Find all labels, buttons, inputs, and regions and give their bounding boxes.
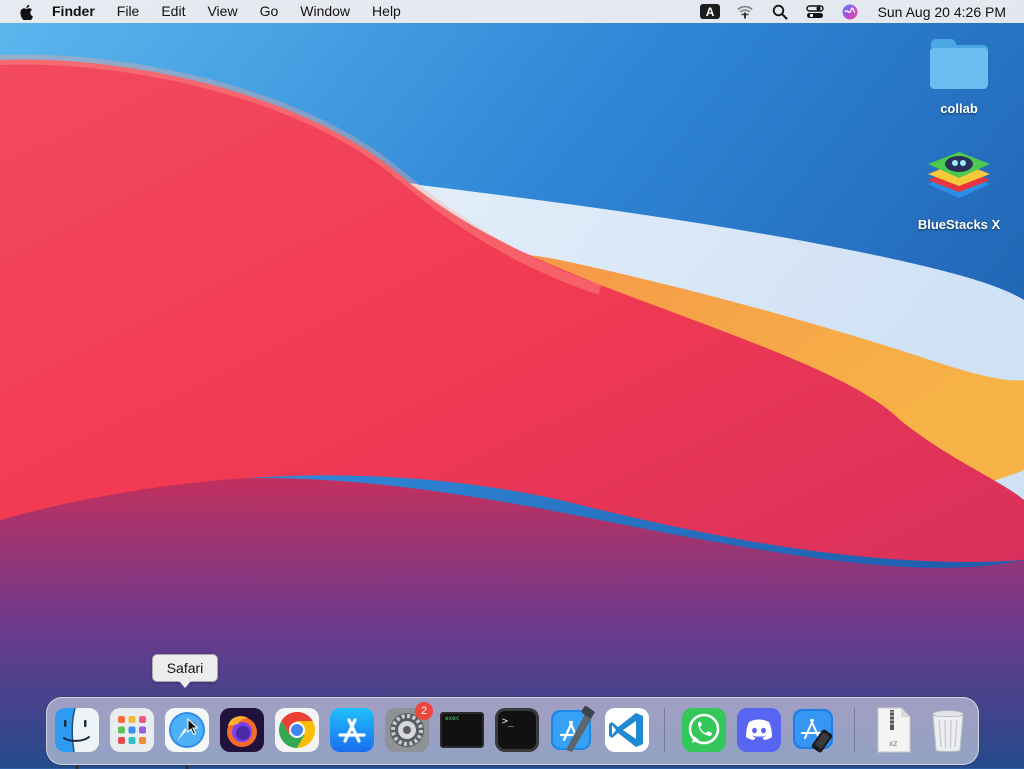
siri-icon (842, 4, 858, 19)
folder-icon (930, 39, 988, 89)
dock-item-finder[interactable] (53, 706, 101, 769)
dock-item-whatsapp[interactable] (680, 706, 728, 754)
dock-item-system-settings[interactable]: 2 (383, 702, 433, 754)
dock-item-simulator[interactable] (790, 706, 838, 754)
exec-terminal-icon: exec (440, 712, 484, 748)
zip-archive-icon: XZ (877, 707, 911, 753)
trash-icon (932, 710, 964, 752)
launchpad-icon (110, 708, 154, 752)
dock-separator (664, 708, 665, 752)
desktop-icon-label: collab (940, 101, 978, 116)
discord-icon (737, 708, 781, 752)
running-indicator (185, 765, 189, 769)
control-center-button[interactable] (798, 0, 833, 23)
dock-item-xcode[interactable] (548, 706, 596, 754)
simulator-icon (793, 709, 833, 753)
running-indicator (75, 765, 79, 769)
siri-button[interactable] (833, 0, 868, 23)
dock-item-archive[interactable]: XZ (869, 706, 917, 754)
mouse-cursor-icon (187, 718, 199, 736)
firefox-icon (220, 708, 264, 752)
dock-item-chrome[interactable] (273, 706, 321, 754)
dock-item-terminal[interactable]: >_ (493, 706, 541, 754)
dock-item-trash[interactable] (924, 706, 972, 754)
desktop-icon-bluestacks[interactable]: BlueStacks X (909, 146, 1009, 232)
apple-icon (20, 4, 33, 20)
whatsapp-icon (682, 708, 726, 752)
control-center-icon (806, 4, 824, 18)
terminal-prompt: >_ (502, 716, 515, 727)
dock-item-firefox[interactable] (218, 706, 266, 754)
dock-tooltip: Safari (152, 654, 218, 688)
search-icon (772, 4, 788, 19)
menu-window[interactable]: Window (289, 0, 361, 23)
input-source-menu[interactable]: A (693, 0, 728, 23)
app-store-icon (330, 708, 374, 752)
apple-menu[interactable] (0, 0, 52, 23)
chrome-icon (275, 708, 319, 752)
wifi-icon (737, 5, 753, 18)
exec-label: exec (445, 715, 460, 722)
dock-item-vscode[interactable] (603, 706, 651, 754)
desktop-icon-label: BlueStacks X (917, 217, 1001, 232)
menu-view[interactable]: View (196, 0, 248, 23)
menu-edit[interactable]: Edit (150, 0, 196, 23)
wifi-status[interactable] (728, 0, 763, 23)
menu-help[interactable]: Help (361, 0, 412, 23)
vscode-icon (605, 708, 649, 752)
notification-badge: 2 (415, 702, 433, 720)
menu-file[interactable]: File (106, 0, 151, 23)
dock-item-launchpad[interactable] (108, 706, 156, 754)
xcode-icon (551, 706, 595, 752)
menu-go[interactable]: Go (249, 0, 290, 23)
desktop-wallpaper (0, 0, 1024, 768)
dock: 2 exec >_ XZ (46, 697, 979, 769)
input-source-icon: A (700, 4, 721, 19)
dock-item-app-store[interactable] (328, 706, 376, 754)
menu-clock[interactable]: Sun Aug 20 4:26 PM (878, 4, 1006, 20)
finder-icon (55, 707, 99, 753)
dock-item-exec[interactable]: exec (438, 706, 486, 754)
menu-bar: Finder File Edit View Go Window Help A S… (0, 0, 1024, 23)
spotlight-button[interactable] (763, 0, 798, 23)
archive-ext-label: XZ (889, 741, 897, 748)
terminal-icon: >_ (495, 708, 539, 752)
menu-app-name[interactable]: Finder (52, 0, 106, 23)
bluestacks-icon (928, 152, 990, 198)
dock-separator (854, 708, 855, 752)
dock-item-discord[interactable] (735, 706, 783, 754)
desktop-icon-collab[interactable]: collab (909, 36, 1009, 116)
